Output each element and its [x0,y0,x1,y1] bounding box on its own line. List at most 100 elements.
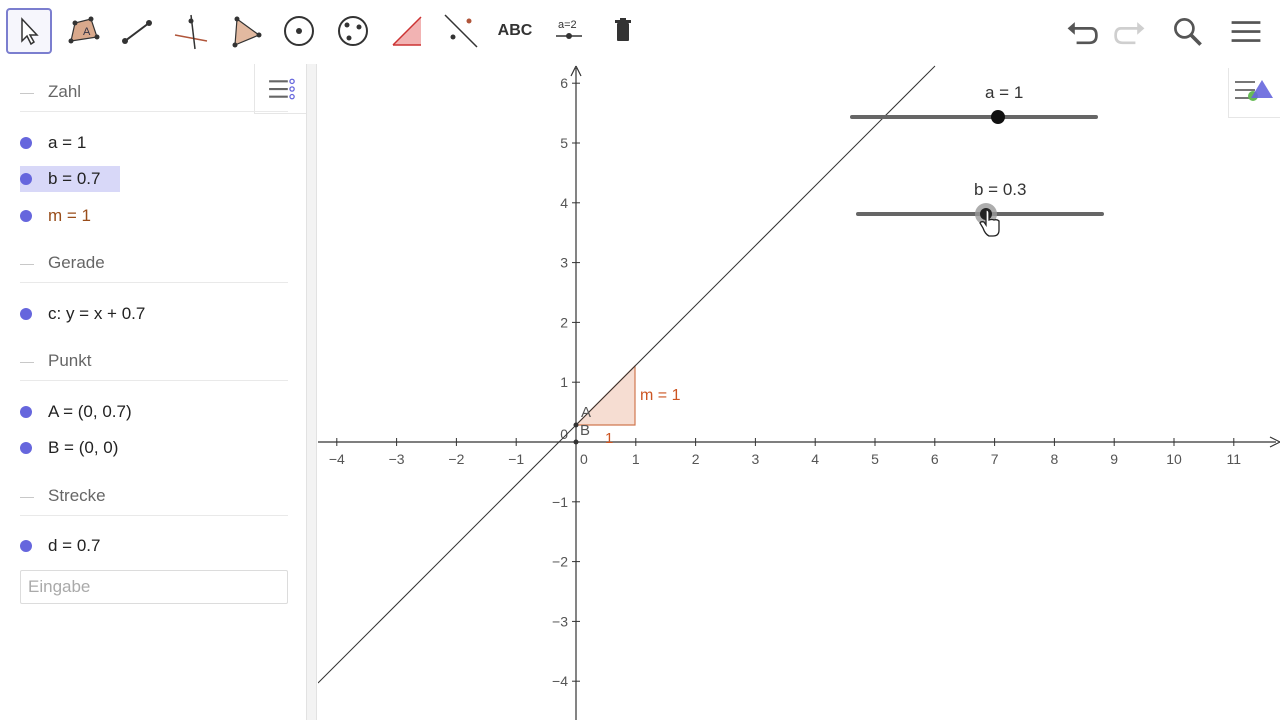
triangle-icon [232,16,262,48]
visibility-dot[interactable] [20,406,32,418]
y-tick-label: 2 [560,314,568,330]
redo-button[interactable] [1110,12,1150,52]
visibility-dot[interactable] [20,210,32,222]
x-tick-label: 1 [632,451,640,467]
x-tick-label: 9 [1110,451,1118,467]
polygon-shape-tool-button[interactable] [222,8,268,54]
point-A[interactable] [573,422,579,428]
algebra-item-c[interactable]: c: y = x + 0.7 [20,301,145,327]
segment-icon [122,20,152,44]
y-tick-label: −4 [552,673,568,689]
slider-tool-button[interactable]: a=2 [546,8,592,54]
axis-ticks: −4 −3 −2 −1 0 1 2 3 4 5 6 7 8 9 10 11654321−1−2−3−40 [329,75,1241,689]
x-tick-label: 6 [931,451,939,467]
slider-b-label: b = 0.3 [974,180,1026,199]
x-tick-label: 5 [871,451,879,467]
algebra-item-d[interactable]: d = 0.7 [20,533,100,559]
algebra-item-b[interactable]: b = 0.7 [20,166,121,192]
x-tick-label: 8 [1051,451,1059,467]
search-button[interactable] [1168,12,1208,52]
x-tick-label: 4 [811,451,819,467]
slope-label: m = 1 [640,387,681,404]
reflect-tool-button[interactable] [438,8,484,54]
visibility-dot[interactable] [20,137,32,149]
x-tick-label: 0 [580,451,588,467]
y-tick-label: −3 [552,613,568,629]
undo-button[interactable] [1062,12,1102,52]
panel-splitter[interactable] [306,64,317,720]
delete-tool-button[interactable] [600,8,646,54]
visibility-dot[interactable] [20,308,32,320]
slider-a-label: a = 1 [985,83,1023,102]
slider-icon: a=2 [556,19,582,39]
y-tick-label: −2 [552,554,568,570]
group-header-punkt[interactable]: — Punkt [20,341,288,381]
algebra-item-A[interactable]: A = (0, 0.7) [20,399,132,425]
undo-icon [1067,22,1098,45]
y-tick-label: 1 [560,374,568,390]
visibility-dot[interactable] [20,540,32,552]
x-tick-label: −3 [389,451,405,467]
circle-three-points-tool-button[interactable] [330,8,376,54]
line-c[interactable] [318,65,936,684]
slope-run-label: 1 [605,430,613,447]
graphics-style-toggle[interactable] [1228,68,1280,118]
graphics-canvas[interactable]: −4 −3 −2 −1 0 1 2 3 4 5 6 7 8 9 10 11654321−1−2−3−40 A … [318,64,1280,720]
main-menu-button[interactable] [1226,12,1266,52]
visibility-dot[interactable] [20,442,32,454]
svg-text:A: A [83,26,91,38]
perpendicular-tool-button[interactable] [168,8,214,54]
labeled-polygon-icon: A [68,16,100,44]
circle-center-icon [284,16,314,46]
svg-text:a=2: a=2 [558,19,577,31]
y-tick-label: 6 [560,75,568,91]
y-tick-label: 3 [560,255,568,271]
algebra-item-B[interactable]: B = (0, 0) [20,435,118,461]
x-tick-label: 11 [1227,451,1242,467]
circle-three-points-icon [338,16,368,46]
y-tick-label: 4 [560,195,568,211]
redo-icon [1114,22,1145,45]
group-header-gerade[interactable]: — Gerade [20,243,288,283]
perpendicular-icon [174,14,208,50]
algebra-item-m[interactable]: m = 1 [20,203,91,229]
visibility-dot[interactable] [20,173,32,185]
text-tool-label: ABC [497,22,533,39]
reflect-line-icon [444,14,478,48]
arrow-cursor-icon [21,17,39,46]
point-B[interactable] [573,439,579,445]
point-B-label: B [580,422,590,439]
graphics-view[interactable]: −4 −3 −2 −1 0 1 2 3 4 5 6 7 8 9 10 11 6 5 4 3 2 1 −1 −2 −3 −4 0 A … [318,64,1280,720]
y-tick-label: 5 [560,135,568,151]
menu-icon [1231,21,1261,42]
input-bar[interactable]: Eingabe [20,570,288,604]
group-header-zahl[interactable]: — Zahl [20,72,288,112]
collapse-icon: — [20,487,34,504]
search-icon [1174,18,1202,46]
collapse-icon: — [20,352,34,369]
slider-a-handle[interactable] [991,110,1005,124]
x-tick-label: −1 [508,451,524,467]
algebra-view: — Zahl a = 1 b = 0.7 m = 1 — Gerade c: y… [0,64,306,720]
segment-tool-button[interactable] [114,8,160,54]
point-A-label: A [581,404,591,421]
move-tool-button[interactable] [6,8,52,54]
x-tick-label: 7 [991,451,999,467]
collapse-icon: — [20,254,34,271]
toolbar: A ABC a=2 [0,0,1280,64]
polygon-tool-button[interactable]: A [60,8,106,54]
text-tool-button[interactable]: ABC [492,8,538,54]
graphics-settings-icon [1235,80,1273,101]
x-tick-label: 10 [1166,451,1182,467]
collapse-icon: — [20,83,34,100]
algebra-item-a[interactable]: a = 1 [20,130,86,156]
circle-center-tool-button[interactable] [276,8,322,54]
x-tick-label: −4 [329,451,345,467]
trash-icon [615,18,631,41]
group-header-strecke[interactable]: — Strecke [20,476,288,516]
x-tick-label: 3 [752,451,760,467]
input-placeholder: Eingabe [28,577,91,596]
x-tick-label: 2 [692,451,700,467]
y-tick-label: −1 [552,494,568,510]
angle-tool-button[interactable] [384,8,430,54]
